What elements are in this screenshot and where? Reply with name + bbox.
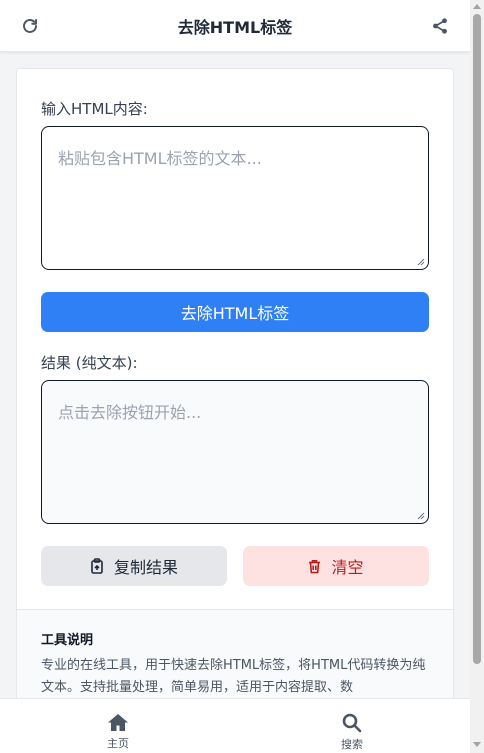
result-textarea[interactable]: 点击去除按钮开始... bbox=[41, 380, 429, 524]
help-title: 工具说明 bbox=[41, 633, 94, 648]
home-icon bbox=[108, 714, 128, 731]
top-bar: 去除HTML标签 bbox=[0, 0, 470, 52]
help-text: 专业的在线工具，用于快速去除HTML标签，将HTML代码转换为纯文本。支持批量处… bbox=[41, 658, 426, 695]
nav-home[interactable]: 主页 bbox=[88, 713, 148, 751]
copy-button-label: 复制结果 bbox=[113, 558, 178, 577]
copy-result-button[interactable]: 复制结果 bbox=[41, 546, 227, 586]
share-icon[interactable] bbox=[428, 14, 452, 38]
refresh-icon[interactable] bbox=[18, 14, 42, 38]
result-label: 结果 (纯文本): bbox=[41, 354, 138, 372]
clipboard-icon bbox=[91, 558, 103, 574]
strip-html-button[interactable]: 去除HTML标签 bbox=[41, 292, 429, 332]
tool-card: 输入HTML内容: 粘贴包含HTML标签的文本... 去除HTML标签 结果 (… bbox=[16, 68, 454, 753]
scrollbar-thumb[interactable] bbox=[473, 14, 481, 664]
input-label: 输入HTML内容: bbox=[41, 100, 148, 118]
scroll-down-icon[interactable] bbox=[473, 742, 481, 747]
input-placeholder: 粘贴包含HTML标签的文本... bbox=[58, 149, 262, 168]
search-icon bbox=[342, 713, 362, 733]
html-input-textarea[interactable]: 粘贴包含HTML标签的文本... bbox=[41, 126, 429, 270]
scroll-up-icon[interactable] bbox=[473, 4, 481, 9]
nav-search[interactable]: 搜索 bbox=[322, 713, 382, 752]
result-placeholder: 点击去除按钮开始... bbox=[58, 403, 202, 422]
resize-grip-icon[interactable] bbox=[417, 512, 425, 520]
clear-button[interactable]: 清空 bbox=[243, 546, 429, 586]
page-title: 去除HTML标签 bbox=[177, 17, 293, 37]
nav-home-label: 主页 bbox=[107, 737, 129, 750]
bottom-nav: 主页 搜索 bbox=[0, 698, 470, 753]
resize-grip-icon[interactable] bbox=[417, 258, 425, 266]
nav-search-label: 搜索 bbox=[341, 738, 363, 751]
clear-button-label: 清空 bbox=[331, 558, 364, 577]
trash-icon bbox=[309, 559, 321, 573]
